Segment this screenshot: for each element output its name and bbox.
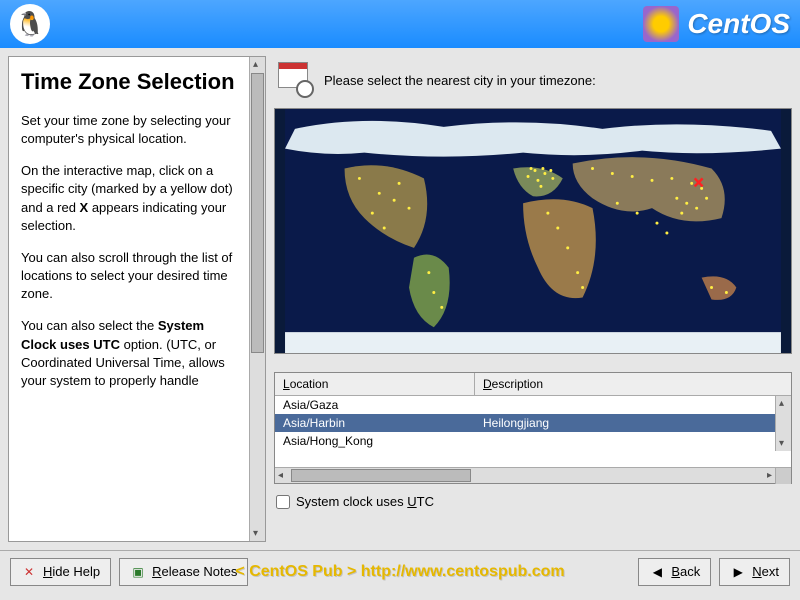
table-scrollbar-v[interactable] (775, 396, 791, 451)
table-header[interactable]: Location Description (275, 373, 791, 396)
help-title: Time Zone Selection (21, 67, 237, 98)
calendar-clock-icon (278, 62, 314, 98)
watermark: < CentOS Pub > http://www.centospub.com (235, 563, 564, 581)
table-row[interactable]: Asia/Hong_Kong (275, 432, 791, 450)
next-button[interactable]: ▶ Next (719, 558, 790, 586)
map-svg (275, 109, 791, 353)
col-description[interactable]: Description (475, 373, 791, 395)
utc-checkbox[interactable] (276, 495, 290, 509)
close-icon: ✕ (21, 564, 37, 580)
notes-icon: ▣ (130, 564, 146, 580)
help-p1: Set your time zone by selecting your com… (21, 112, 237, 148)
world-map[interactable] (274, 108, 792, 354)
help-p2: On the interactive map, click on a speci… (21, 162, 237, 235)
title-bar: 🐧 CentOS (0, 0, 800, 48)
tux-icon: 🐧 (10, 4, 50, 44)
help-text: Time Zone Selection Set your time zone b… (9, 57, 249, 541)
help-panel: Time Zone Selection Set your time zone b… (8, 56, 266, 542)
table-row[interactable]: Asia/Gaza (275, 396, 791, 414)
help-scrollbar[interactable] (249, 57, 265, 541)
footer-bar: ✕ Hide Help ▣ Release Notes < CentOS Pub… (0, 550, 800, 592)
brand: CentOS (643, 6, 790, 42)
help-p3: You can also scroll through the list of … (21, 249, 237, 304)
col-location[interactable]: Location (275, 373, 475, 395)
centos-logo-icon (643, 6, 679, 42)
content-area: Time Zone Selection Set your time zone b… (0, 48, 800, 550)
main-panel: Please select the nearest city in your t… (274, 56, 792, 542)
table-body[interactable]: Asia/Gaza Asia/HarbinHeilongjiang Asia/H… (275, 396, 791, 467)
table-scrollbar-h[interactable] (275, 467, 791, 483)
next-icon: ▶ (730, 564, 746, 580)
utc-label: System clock uses UTC (296, 494, 434, 509)
location-table: Location Description Asia/Gaza Asia/Harb… (274, 372, 792, 484)
brand-text: CentOS (687, 8, 790, 40)
table-row[interactable]: Asia/HarbinHeilongjiang (275, 414, 791, 432)
instruction-row: Please select the nearest city in your t… (274, 56, 792, 108)
help-p4: You can also select the System Clock use… (21, 317, 237, 390)
back-icon: ◀ (649, 564, 665, 580)
release-notes-button[interactable]: ▣ Release Notes (119, 558, 248, 586)
back-button[interactable]: ◀ Back (638, 558, 711, 586)
utc-checkbox-row[interactable]: System clock uses UTC (274, 490, 792, 513)
hide-help-button[interactable]: ✕ Hide Help (10, 558, 111, 586)
instruction-text: Please select the nearest city in your t… (324, 73, 596, 88)
